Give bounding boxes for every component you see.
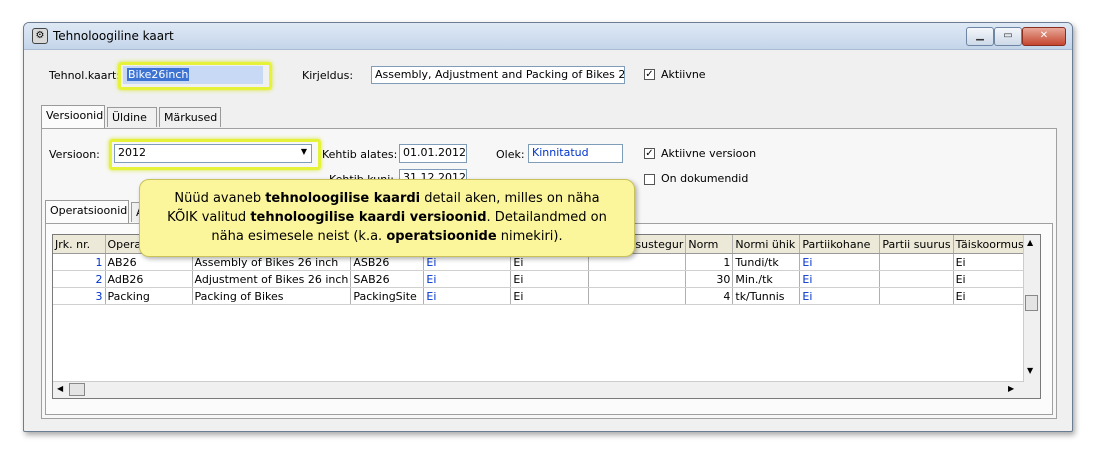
- aktiivne-versioon-label: Aktiivne versioon: [661, 147, 757, 160]
- cell-jrk[interactable]: 3: [53, 287, 106, 305]
- tab-markused[interactable]: Märkused: [159, 107, 221, 127]
- cell-flag-1[interactable]: Ei: [423, 270, 512, 288]
- kirjeldus-field[interactable]: Assembly, Adjustment and Packing of Bike…: [371, 66, 625, 84]
- cell-nimetus[interactable]: Packing of Bikes: [192, 287, 352, 305]
- callout-line-1: Nüüd avaneb tehnoloogilise kaardi detail…: [174, 191, 600, 206]
- cell-nimetus[interactable]: Adjustment of Bikes 26 inch: [192, 270, 352, 288]
- cell-flag-2[interactable]: Ei: [510, 287, 590, 305]
- cell-tegur[interactable]: [588, 270, 687, 288]
- kehtib-alates-label: Kehtib alates:: [322, 148, 398, 161]
- cell-taiskoormus[interactable]: Ei: [953, 253, 1029, 271]
- main-tab-strip: Versioonid Üldine Märkused: [41, 105, 1056, 129]
- tab-uldine[interactable]: Üldine: [107, 107, 157, 127]
- versioon-label: Versioon:: [49, 148, 100, 161]
- cell-jrk[interactable]: 1: [53, 253, 106, 271]
- cell-jrk[interactable]: 2: [53, 270, 106, 288]
- kaart-field[interactable]: Bike26inch: [123, 66, 263, 84]
- scroll-down-icon[interactable]: ▼: [1027, 366, 1033, 375]
- tab-versioonid[interactable]: Versioonid: [41, 105, 105, 128]
- cell-operatsioon[interactable]: Packing: [105, 287, 193, 305]
- cell-taiskoormus[interactable]: Ei: [953, 287, 1029, 305]
- scroll-left-icon[interactable]: ◀: [57, 384, 63, 393]
- kehtib-alates-field[interactable]: 01.01.2012: [399, 144, 467, 163]
- cell-norm[interactable]: 4: [685, 287, 734, 305]
- aktiivne-checkbox[interactable]: ✓: [644, 69, 655, 80]
- table-row[interactable]: 3 Packing Packing of Bikes PackingSite E…: [53, 287, 1029, 305]
- chevron-down-icon[interactable]: ▼: [301, 147, 307, 156]
- cell-normi-uhik[interactable]: Tundi/tk: [732, 253, 801, 271]
- cell-koht[interactable]: SAB26: [350, 270, 425, 288]
- cell-tegur[interactable]: [588, 287, 687, 305]
- cell-norm[interactable]: 30: [685, 270, 734, 288]
- column-header[interactable]: Partiikohane: [799, 235, 881, 254]
- cell-flag-1[interactable]: Ei: [423, 287, 512, 305]
- olek-label: Olek:: [496, 148, 525, 161]
- tutorial-callout: Nüüd avaneb tehnoloogilise kaardi detail…: [139, 179, 635, 257]
- column-header[interactable]: Täiskoormus: [953, 235, 1029, 254]
- cell-partiikohane[interactable]: Ei: [799, 287, 881, 305]
- aktiivne-label: Aktiivne: [661, 68, 706, 81]
- horizontal-scrollbar[interactable]: ◀ ▶: [53, 381, 1024, 398]
- maximize-button[interactable]: ▭: [994, 27, 1022, 46]
- aktiivne-versioon-checkbox[interactable]: ✓: [644, 148, 655, 159]
- column-header[interactable]: Partii suurus: [879, 235, 954, 254]
- column-header[interactable]: Jrk. nr.: [53, 235, 106, 254]
- column-header[interactable]: Normi ühik: [732, 235, 801, 254]
- callout-line-3: näha esimesele neist (k.a. operatsioonid…: [211, 229, 563, 244]
- cell-partiikohane[interactable]: Ei: [799, 270, 881, 288]
- cell-koht[interactable]: PackingSite: [350, 287, 425, 305]
- on-dokumendid-checkbox[interactable]: [644, 174, 655, 185]
- close-button[interactable]: ✕: [1022, 27, 1066, 46]
- cell-norm[interactable]: 1: [685, 253, 734, 271]
- cell-partiikohane[interactable]: Ei: [799, 253, 881, 271]
- title-bar[interactable]: ⚙ Tehnoloogiline kaart ▁ ▭ ✕: [24, 23, 1072, 50]
- tab-operatsioonid[interactable]: Operatsioonid: [45, 200, 129, 223]
- cell-flag-2[interactable]: Ei: [510, 270, 590, 288]
- horizontal-scroll-thumb[interactable]: [69, 383, 85, 396]
- cell-partii-suurus[interactable]: [879, 253, 954, 271]
- window-title: Tehnoloogiline kaart: [53, 29, 174, 43]
- olek-field[interactable]: Kinnitatud: [528, 144, 623, 163]
- app-icon: ⚙: [32, 28, 48, 44]
- cell-normi-uhik[interactable]: Min./tk: [732, 270, 801, 288]
- table-row[interactable]: 2 AdB26 Adjustment of Bikes 26 inch SAB2…: [53, 270, 1029, 288]
- cell-taiskoormus[interactable]: Ei: [953, 270, 1029, 288]
- cell-partii-suurus[interactable]: [879, 287, 954, 305]
- scroll-up-icon[interactable]: ▲: [1027, 238, 1033, 247]
- kaart-label: Tehnol.kaart:: [49, 69, 121, 82]
- vertical-scrollbar[interactable]: ▲ ▼: [1023, 235, 1040, 398]
- vertical-scroll-thumb[interactable]: [1025, 295, 1038, 311]
- cell-operatsioon[interactable]: AdB26: [105, 270, 193, 288]
- operations-grid: Jrk. nr. Opera sustegur Norm Normi ühik …: [52, 234, 1041, 399]
- cell-normi-uhik[interactable]: tk/Tunnis: [732, 287, 801, 305]
- column-header[interactable]: Norm: [685, 235, 734, 254]
- cell-partii-suurus[interactable]: [879, 270, 954, 288]
- kirjeldus-label: Kirjeldus:: [302, 69, 354, 82]
- callout-line-2: KÕIK valitud tehnoloogilise kaardi versi…: [167, 210, 607, 225]
- on-dokumendid-label: On dokumendid: [661, 172, 749, 185]
- minimize-button[interactable]: ▁: [966, 27, 994, 46]
- scroll-right-icon[interactable]: ▶: [1008, 384, 1014, 393]
